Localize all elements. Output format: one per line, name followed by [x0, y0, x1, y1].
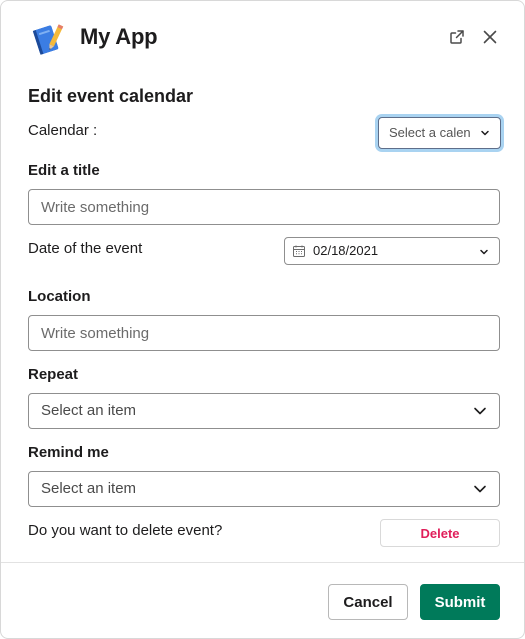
- title-input[interactable]: [28, 189, 500, 225]
- remind-select-placeholder: Select an item: [41, 480, 137, 497]
- section-title: Edit event calendar: [28, 86, 194, 106]
- location-label: Location: [28, 288, 91, 305]
- date-label: Date of the event: [28, 240, 143, 257]
- delete-question: Do you want to delete event?: [28, 522, 223, 539]
- chevron-down-icon: [474, 485, 486, 493]
- calendar-select[interactable]: Select a calendar: [378, 117, 501, 149]
- title-label: Edit a title: [28, 162, 100, 179]
- submit-button[interactable]: Submit: [420, 584, 500, 620]
- remind-select[interactable]: Select an item: [28, 471, 500, 507]
- repeat-select-placeholder: Select an item: [41, 402, 137, 419]
- calendar-label: Calendar :: [28, 122, 98, 139]
- location-input[interactable]: [28, 315, 500, 351]
- remind-label: Remind me: [28, 444, 109, 461]
- modal-header: My App: [1, 1, 524, 73]
- calendar-select-placeholder: Select a calendar: [389, 125, 471, 140]
- chevron-down-icon: [481, 130, 489, 136]
- repeat-label: Repeat: [28, 366, 79, 383]
- repeat-select[interactable]: Select an item: [28, 393, 500, 429]
- chevron-down-icon: [474, 407, 486, 415]
- date-picker[interactable]: 02/18/2021: [284, 237, 500, 265]
- close-icon[interactable]: [480, 27, 500, 47]
- notebook-pencil-icon: [29, 21, 65, 57]
- footer-divider: [1, 562, 524, 563]
- delete-button[interactable]: Delete: [380, 519, 500, 547]
- external-link-icon[interactable]: [447, 27, 467, 47]
- chevron-down-icon: [480, 249, 488, 255]
- cancel-button[interactable]: Cancel: [328, 584, 408, 620]
- app-title: My App: [80, 24, 158, 49]
- calendar-icon: [293, 245, 305, 257]
- date-value: 02/18/2021: [313, 243, 379, 258]
- modal-dialog: My App Edit event calendar Calendar : Se…: [0, 0, 525, 639]
